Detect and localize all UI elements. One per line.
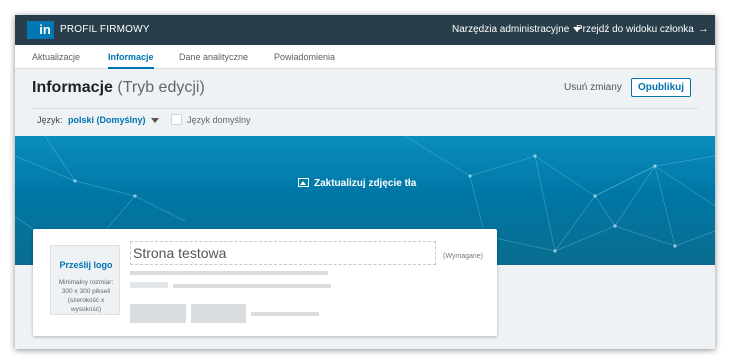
language-label: Język: (37, 115, 63, 125)
logo-size-hint: Minimalny rozmiar: 300 x 300 pikseli (sz… (58, 279, 114, 313)
tab-notifications[interactable]: Powiadomienia (274, 52, 335, 62)
page-title: Informacje (Tryb edycji) (32, 79, 205, 97)
update-background-label: Zaktualizuj zdjęcie tła (314, 178, 417, 189)
tab-information[interactable]: Informacje (108, 52, 154, 69)
publish-button[interactable]: Opublikuj (631, 78, 691, 97)
placeholder-line (130, 271, 328, 275)
admin-tools-label: Narzędzia administracyjne (452, 24, 570, 35)
logo-accent (27, 21, 36, 39)
placeholder-line (173, 284, 331, 288)
default-language-label: Język domyślny (187, 115, 251, 125)
language-select[interactable]: polski (Domyślny) (68, 115, 159, 125)
page-title-main: Informacje (32, 79, 113, 96)
header-divider (32, 108, 698, 109)
tab-updates[interactable]: Aktualizacje (32, 52, 80, 62)
company-name-input[interactable] (130, 241, 436, 265)
member-view-link[interactable]: Przejdź do widoku członka → (576, 23, 709, 36)
placeholder-line (251, 312, 319, 316)
admin-tools-menu[interactable]: Narzędzia administracyjne (452, 24, 582, 35)
company-profile-title: PROFIL FIRMOWY (60, 24, 150, 35)
upload-logo-box[interactable]: Prześlij logo Minimalny rozmiar: 300 x 3… (50, 245, 120, 315)
placeholder-line (130, 282, 168, 288)
company-page-window: in PROFIL FIRMOWY Narzędzia administracy… (15, 15, 715, 349)
placeholder-button (130, 304, 186, 323)
placeholder-button (191, 304, 246, 323)
discard-changes-button[interactable]: Usuń zmiany (564, 82, 622, 93)
edit-mode-label: (Tryb edycji) (117, 79, 205, 96)
required-hint: (Wymagane) (443, 253, 484, 260)
upload-logo-label: Prześlij logo (59, 260, 113, 270)
chevron-down-icon (150, 118, 159, 124)
tab-analytics[interactable]: Dane analityczne (179, 52, 248, 62)
tab-bar: Aktualizacje Informacje Dane analityczne… (15, 45, 715, 69)
language-selected-value: polski (Domyślny) (68, 115, 146, 125)
image-icon (298, 178, 309, 187)
logo-in-text: in (36, 21, 54, 39)
default-language-checkbox[interactable] (171, 114, 182, 125)
update-background-button[interactable]: Zaktualizuj zdjęcie tła (298, 178, 416, 189)
company-info-card: Prześlij logo Minimalny rozmiar: 300 x 3… (33, 229, 497, 336)
linkedin-logo[interactable]: in (27, 21, 54, 39)
top-bar: in PROFIL FIRMOWY Narzędzia administracy… (15, 15, 715, 45)
member-view-label: Przejdź do widoku członka (576, 24, 694, 35)
arrow-right-icon: → (697, 23, 709, 35)
